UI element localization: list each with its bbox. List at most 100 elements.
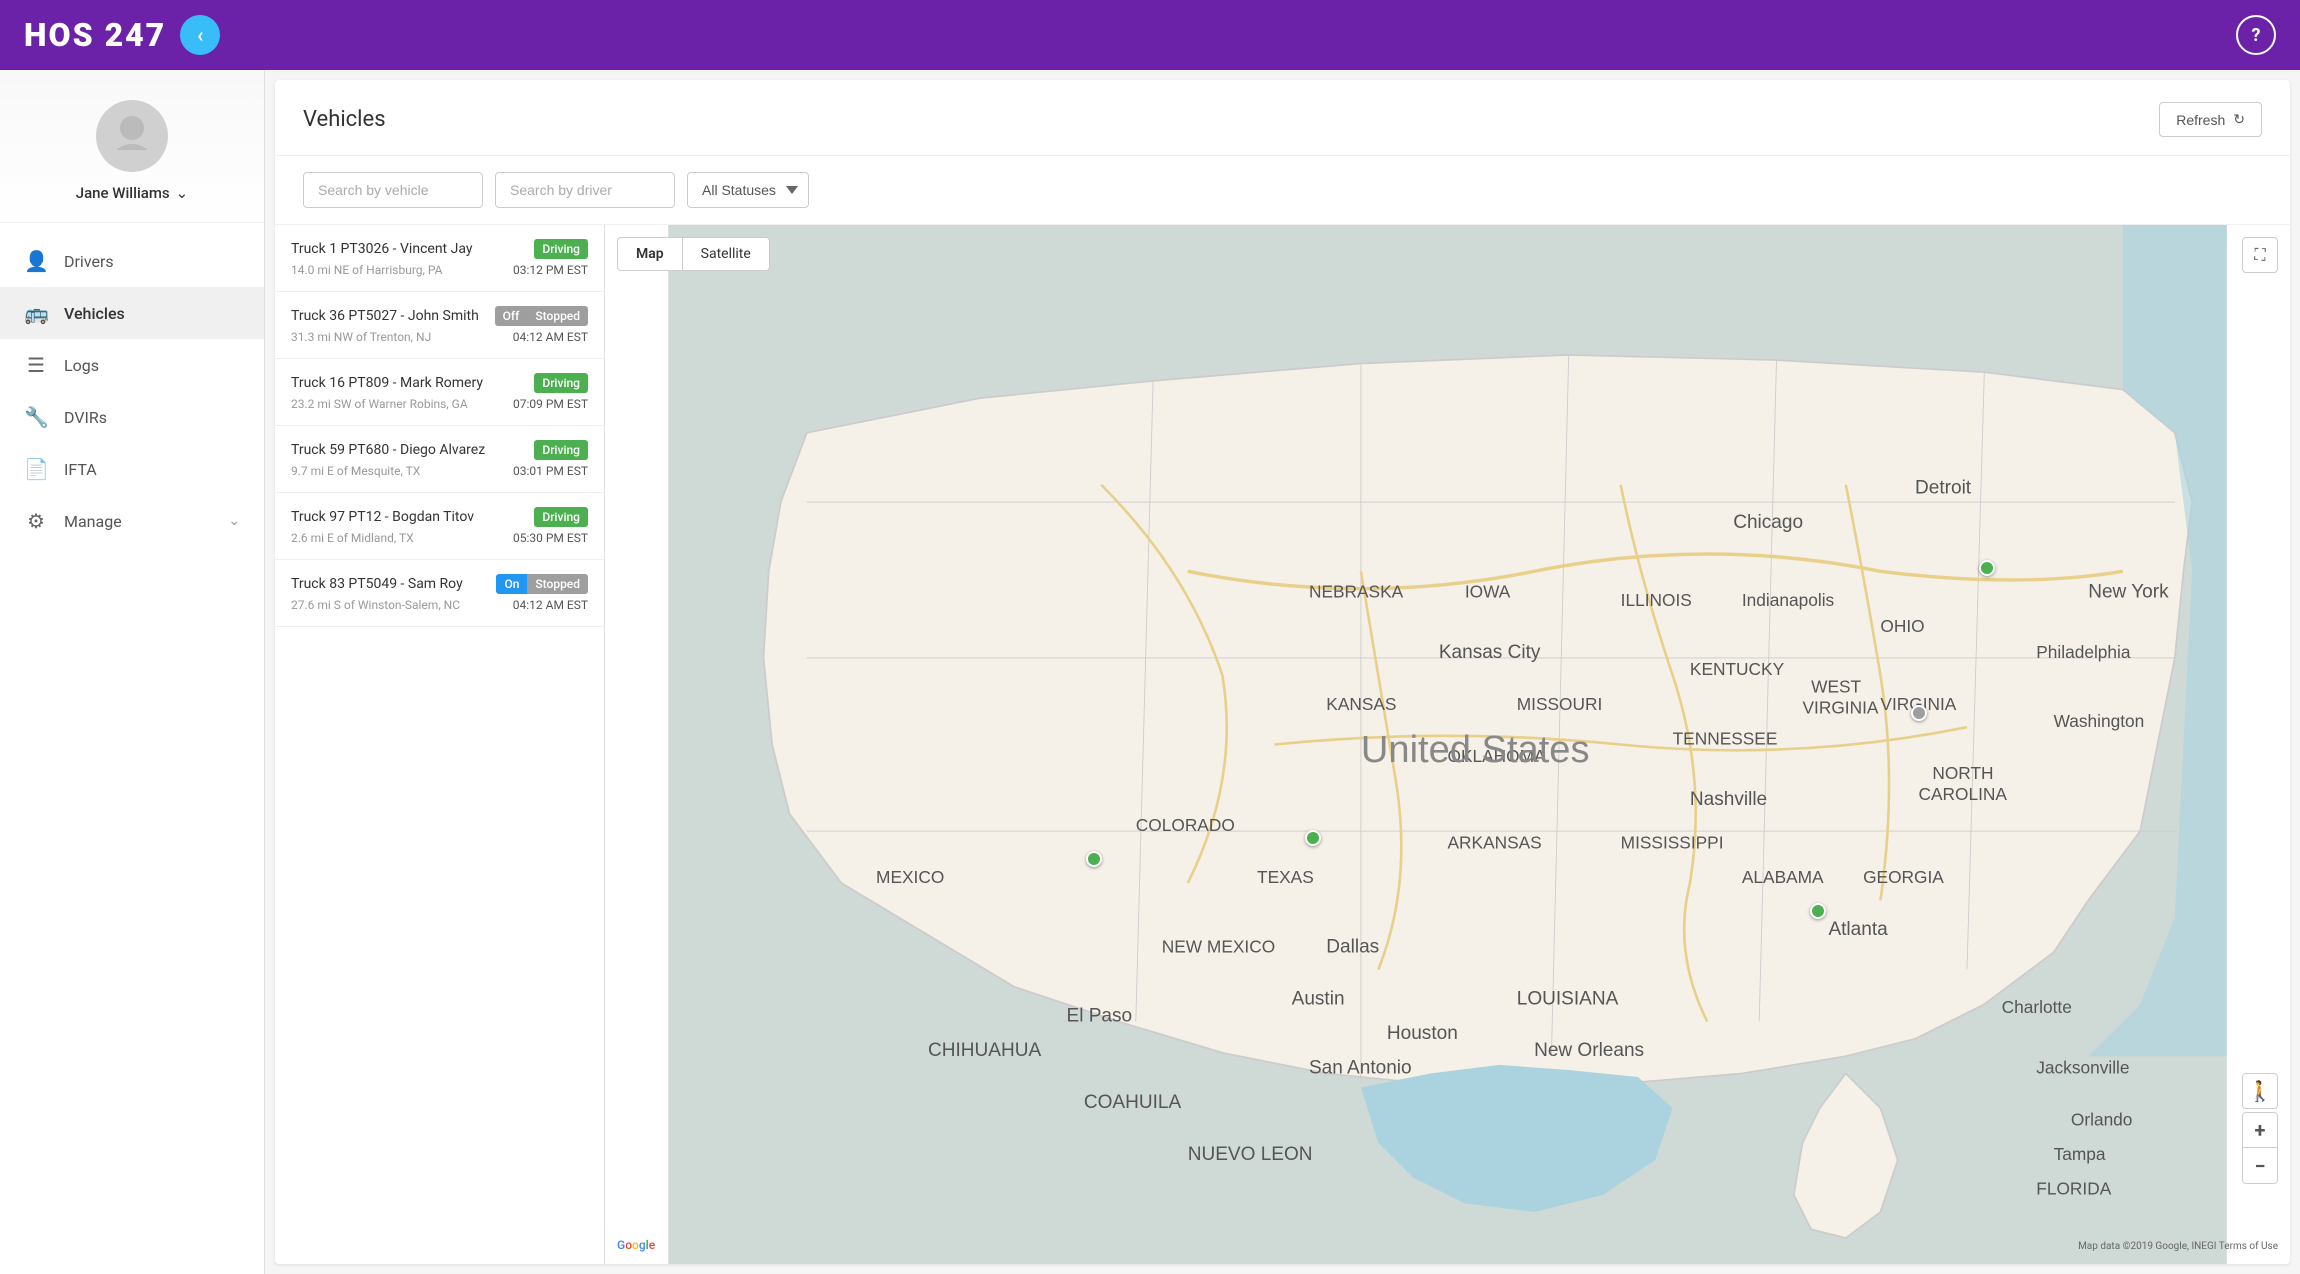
map-background: Chicago Detroit New York Philadelphia Wa… [605, 225, 2290, 1264]
search-driver-input[interactable] [495, 172, 675, 208]
list-item[interactable]: Truck 1 PT3026 - Vincent Jay Driving 14.… [275, 225, 604, 292]
vehicle-time: 04:12 AM EST [513, 330, 588, 344]
list-item[interactable]: Truck 83 PT5049 - Sam Roy On Stopped 27.… [275, 560, 604, 627]
sidebar-item-drivers-label: Drivers [64, 252, 114, 271]
svg-text:NORTH: NORTH [1932, 763, 1993, 783]
sidebar-item-vehicles[interactable]: 🚌 Vehicles [0, 287, 264, 339]
svg-text:FLORIDA: FLORIDA [2036, 1179, 2111, 1199]
zoom-out-button[interactable]: − [2242, 1148, 2278, 1184]
svg-text:COLORADO: COLORADO [1136, 815, 1235, 835]
list-item[interactable]: Truck 16 PT809 - Mark Romery Driving 23.… [275, 359, 604, 426]
status-badge-off: Off [495, 306, 528, 326]
list-item[interactable]: Truck 36 PT5027 - John Smith Off Stopped… [275, 292, 604, 359]
vehicle-location: 2.6 mi E of Midland, TX [291, 531, 414, 545]
svg-text:San Antonio: San Antonio [1309, 1058, 1412, 1079]
status-badge-stopped: Stopped [527, 574, 588, 594]
vehicle-location: 31.3 mi NW of Trenton, NJ [291, 330, 431, 344]
user-name-row[interactable]: Jane Williams ⌄ [76, 184, 188, 202]
svg-text:United States: United States [1361, 729, 1590, 771]
page-title: Vehicles [303, 107, 386, 132]
user-chevron-icon: ⌄ [176, 184, 189, 202]
sidebar: Jane Williams ⌄ 👤 Drivers 🚌 Vehicles ☰ L… [0, 70, 265, 1274]
sidebar-item-manage[interactable]: ⚙ Manage ⌄ [0, 495, 264, 547]
zoom-in-button[interactable]: + [2242, 1112, 2278, 1148]
svg-text:OHIO: OHIO [1880, 616, 1924, 636]
vehicle-time: 07:09 PM EST [513, 397, 588, 411]
svg-text:VIRGINIA: VIRGINIA [1802, 697, 1878, 717]
sidebar-item-logs-label: Logs [64, 356, 99, 375]
back-button[interactable]: ‹ [180, 15, 220, 55]
user-name: Jane Williams [76, 184, 170, 202]
map-marker-mesquite[interactable] [1305, 830, 1321, 846]
sidebar-item-dvirs[interactable]: 🔧 DVIRs [0, 391, 264, 443]
svg-text:Nashville: Nashville [1690, 789, 1767, 810]
vehicle-location: 23.2 mi SW of Warner Robins, GA [291, 397, 468, 411]
header-left: HOS 247 ‹ [24, 15, 220, 55]
main-panel: Truck 1 PT3026 - Vincent Jay Driving 14.… [275, 225, 2290, 1264]
svg-text:ILLINOIS: ILLINOIS [1621, 590, 1692, 610]
status-badge-stopped: Stopped [527, 306, 588, 326]
svg-text:NEBRASKA: NEBRASKA [1309, 581, 1404, 601]
tab-satellite[interactable]: Satellite [683, 237, 770, 271]
svg-text:GEORGIA: GEORGIA [1863, 867, 1944, 887]
svg-text:Dallas: Dallas [1326, 936, 1379, 957]
svg-text:NEW MEXICO: NEW MEXICO [1162, 936, 1275, 956]
drivers-icon: 👤 [24, 249, 48, 273]
map-zoom-controls: + − [2242, 1112, 2278, 1184]
map-area: Chicago Detroit New York Philadelphia Wa… [605, 225, 2290, 1264]
help-icon: ? [2252, 25, 2261, 46]
svg-text:TENNESSEE: TENNESSEE [1673, 729, 1778, 749]
status-filter-select[interactable]: All Statuses Driving Stopped On Duty [687, 172, 809, 208]
map-pegman-button[interactable]: 🚶 [2242, 1073, 2278, 1109]
svg-text:Atlanta: Atlanta [1828, 919, 1888, 940]
svg-text:Philadelphia: Philadelphia [2036, 642, 2131, 662]
tab-map[interactable]: Map [617, 237, 683, 271]
refresh-icon: ↻ [2233, 111, 2245, 128]
list-item[interactable]: Truck 59 PT680 - Diego Alvarez Driving 9… [275, 426, 604, 493]
svg-text:Orlando: Orlando [2071, 1109, 2133, 1129]
vehicle-list: Truck 1 PT3026 - Vincent Jay Driving 14.… [275, 225, 605, 1264]
vehicle-time: 04:12 AM EST [513, 598, 588, 612]
help-button[interactable]: ? [2236, 15, 2276, 55]
svg-text:KANSAS: KANSAS [1326, 694, 1396, 714]
svg-text:Washington: Washington [2054, 711, 2145, 731]
search-vehicle-input[interactable] [303, 172, 483, 208]
status-badge: Driving [534, 373, 588, 393]
map-marker-midland[interactable] [1086, 851, 1102, 867]
svg-text:LOUISIANA: LOUISIANA [1517, 988, 1619, 1009]
svg-text:NUEVO LEON: NUEVO LEON [1188, 1144, 1313, 1165]
map-attribution: Map data ©2019 Google, INEGI Terms of Us… [2078, 1241, 2278, 1252]
main-layout: Jane Williams ⌄ 👤 Drivers 🚌 Vehicles ☰ L… [0, 70, 2300, 1274]
sidebar-item-manage-label: Manage [64, 512, 122, 531]
svg-text:Austin: Austin [1292, 988, 1345, 1009]
map-expand-button[interactable]: ⛶ [2242, 237, 2278, 273]
search-bar: All Statuses Driving Stopped On Duty [275, 156, 2290, 225]
content-area: Vehicles Refresh ↻ All Statuses Driving … [275, 80, 2290, 1264]
vehicle-name: Truck 83 PT5049 - Sam Roy [291, 576, 463, 592]
svg-text:Charlotte: Charlotte [2002, 997, 2072, 1017]
list-item[interactable]: Truck 97 PT12 - Bogdan Titov Driving 2.6… [275, 493, 604, 560]
vehicle-location: 9.7 mi E of Mesquite, TX [291, 464, 420, 478]
back-icon: ‹ [197, 23, 203, 47]
svg-text:CAROLINA: CAROLINA [1919, 784, 2008, 804]
sidebar-item-drivers[interactable]: 👤 Drivers [0, 235, 264, 287]
vehicle-name: Truck 36 PT5027 - John Smith [291, 308, 479, 324]
status-badge: Driving [534, 440, 588, 460]
map-marker-atlanta[interactable] [1810, 903, 1826, 919]
refresh-button[interactable]: Refresh ↻ [2159, 102, 2262, 137]
svg-text:Indianapolis: Indianapolis [1742, 590, 1835, 610]
sidebar-item-logs[interactable]: ☰ Logs [0, 339, 264, 391]
svg-text:Tampa: Tampa [2054, 1144, 2106, 1164]
manage-icon: ⚙ [24, 509, 48, 533]
map-marker-winston-salem[interactable] [1911, 705, 1927, 721]
svg-text:Detroit: Detroit [1915, 477, 1972, 498]
vehicle-name: Truck 59 PT680 - Diego Alvarez [291, 442, 485, 458]
vehicle-time: 05:30 PM EST [513, 531, 588, 545]
sidebar-item-ifta[interactable]: 📄 IFTA [0, 443, 264, 495]
sidebar-item-dvirs-label: DVIRs [64, 408, 107, 427]
vehicles-icon: 🚌 [24, 301, 48, 325]
vehicle-name: Truck 1 PT3026 - Vincent Jay [291, 241, 472, 257]
svg-text:Kansas City: Kansas City [1439, 642, 1541, 663]
map-marker-harrisburg[interactable] [1979, 560, 1995, 576]
status-combo: On Stopped [496, 574, 588, 594]
